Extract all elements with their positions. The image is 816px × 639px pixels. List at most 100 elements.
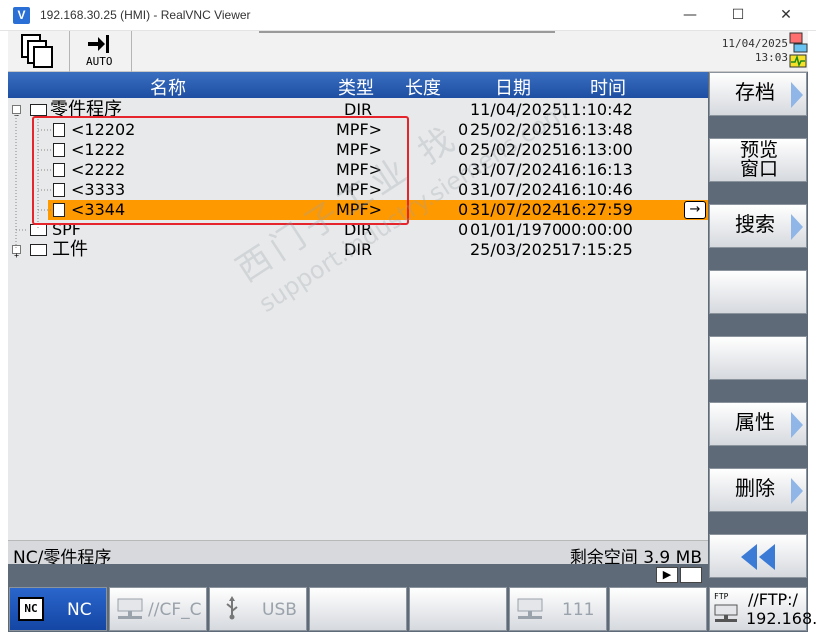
network-drive-icon xyxy=(517,598,543,619)
submenu-arrow-icon xyxy=(791,478,803,504)
row-type: DIR xyxy=(344,100,373,119)
row-name: <3333 xyxy=(71,180,126,199)
window-titlebar: V 192.168.30.25 (HMI) - RealVNC Viewer —… xyxy=(0,0,816,31)
column-header-time[interactable]: 时间 xyxy=(590,74,626,100)
row-type: DIR xyxy=(344,240,373,259)
column-header-type[interactable]: 类型 xyxy=(338,74,374,100)
empty-softkey-h5[interactable] xyxy=(409,587,507,631)
row-time: 16:27:59 xyxy=(561,200,633,219)
row-type: MPF> xyxy=(336,200,383,219)
usb-icon xyxy=(226,596,238,620)
column-header-date[interactable]: 日期 xyxy=(495,74,531,100)
row-name: <2222 xyxy=(71,160,126,179)
tree-connector-lines xyxy=(15,115,52,250)
search-label: 搜索 xyxy=(735,212,775,236)
auto-mode-icon xyxy=(88,35,109,53)
preview-window-softkey[interactable]: 预览 窗口 xyxy=(709,138,807,182)
row-time: 16:10:46 xyxy=(561,180,633,199)
row-name: 零件程序 xyxy=(50,99,122,120)
row-time: 00:00:00 xyxy=(561,220,633,239)
row-time: 17:15:25 xyxy=(561,240,633,259)
table-row-selected[interactable]: <3344 MPF> 0 31/07/2024 16:27:59 → xyxy=(8,200,708,220)
row-date: 11/04/2025 xyxy=(470,100,563,119)
window-switch-box[interactable] xyxy=(8,31,70,72)
row-length: 0 xyxy=(458,140,469,159)
row-name: <1222 xyxy=(71,140,126,159)
horizontal-softkey-bar: NC NC //CF_C USB 111 FTP //FTP:/ 192.168… xyxy=(8,586,816,632)
row-type: DIR xyxy=(344,220,373,239)
nc-softkey[interactable]: NC NC xyxy=(9,587,107,631)
table-row[interactable]: <12202 MPF> 0 25/02/2025 16:13:48 xyxy=(8,120,708,140)
network-drive-label: 111 xyxy=(562,600,595,620)
usb-softkey[interactable]: USB xyxy=(209,587,307,631)
row-date: 25/02/2025 xyxy=(470,140,563,159)
row-time: 16:13:00 xyxy=(561,140,633,159)
drive-icon xyxy=(117,598,143,619)
scroll-right-button[interactable]: ▶ xyxy=(656,567,678,583)
window-title: 192.168.30.25 (HMI) - RealVNC Viewer xyxy=(40,8,251,22)
table-row[interactable]: <1222 MPF> 0 25/02/2025 16:13:00 xyxy=(8,140,708,160)
preview-label: 预览 窗口 xyxy=(735,141,783,179)
table-row[interactable]: <3333 MPF> 0 31/07/2024 16:10:46 xyxy=(8,180,708,200)
nc-label: NC xyxy=(67,600,92,620)
ftp-icon: FTP xyxy=(714,592,729,601)
table-row[interactable]: + 工件 DIR 25/03/2025 17:15:25 xyxy=(8,240,708,260)
hmi-header: AUTO 11/04/2025 13:03 xyxy=(8,31,808,72)
scroll-spacer-button[interactable] xyxy=(680,567,702,583)
cf-card-softkey[interactable]: //CF_C xyxy=(109,587,207,631)
open-arrow-icon[interactable]: → xyxy=(684,201,706,219)
row-type: MPF> xyxy=(336,140,383,159)
row-date: 31/07/2024 xyxy=(470,180,563,199)
delete-softkey[interactable]: 删除 xyxy=(709,468,807,512)
ftp-softkey[interactable]: FTP //FTP:/ 192.168. xyxy=(709,587,816,631)
table-row[interactable]: SPF DIR 0 01/01/1970 00:00:00 xyxy=(8,220,708,240)
row-length: 0 xyxy=(458,200,469,219)
row-type: MPF> xyxy=(336,120,383,139)
archive-label: 存档 xyxy=(735,80,775,104)
column-header-name[interactable]: 名称 xyxy=(150,74,186,100)
submenu-arrow-icon xyxy=(791,82,803,108)
ftp-label-line2: 192.168. xyxy=(746,609,816,628)
row-type: MPF> xyxy=(336,160,383,179)
maximize-button[interactable]: ☐ xyxy=(718,4,758,26)
empty-softkey-h4[interactable] xyxy=(309,587,407,631)
header-date: 11/04/2025 xyxy=(721,37,788,50)
vnc-viewer-window: V 192.168.30.25 (HMI) - RealVNC Viewer —… xyxy=(0,0,816,639)
column-header-length[interactable]: 长度 xyxy=(405,74,441,100)
search-softkey[interactable]: 搜索 xyxy=(709,204,807,248)
table-row[interactable]: − 零件程序 DIR 11/04/2025 11:10:42 xyxy=(8,100,708,120)
vnc-app-icon: V xyxy=(13,7,30,24)
empty-softkey-4[interactable] xyxy=(709,270,807,314)
empty-softkey-5[interactable] xyxy=(709,336,807,380)
row-name: <12202 xyxy=(71,120,136,139)
auto-mode-label: AUTO xyxy=(86,55,113,68)
status-bar: NC/零件程序 剩余空间 3.9 MB xyxy=(8,540,708,568)
row-date: 01/01/1970 xyxy=(470,220,563,239)
submenu-arrow-icon xyxy=(791,412,803,438)
row-date: 31/07/2024 xyxy=(470,200,563,219)
minimize-button[interactable]: — xyxy=(670,4,710,26)
table-row[interactable]: <2222 MPF> 0 31/07/2024 16:16:13 xyxy=(8,160,708,180)
ftp-label-line1: //FTP:/ xyxy=(748,590,798,609)
file-list-panel: 名称 类型 长度 日期 时间 − 零件程序 DIR 11/04/2025 11:… xyxy=(8,72,708,540)
row-type: MPF> xyxy=(336,180,383,199)
back-softkey[interactable] xyxy=(709,534,807,578)
window-stack-icon xyxy=(21,34,53,68)
ftp-drive-icon xyxy=(714,604,738,622)
row-date: 25/03/2025 xyxy=(470,240,563,259)
properties-label: 属性 xyxy=(735,410,775,434)
delete-label: 删除 xyxy=(735,476,775,500)
archive-softkey[interactable]: 存档 xyxy=(709,72,807,116)
close-button[interactable]: ✕ xyxy=(766,4,806,26)
vertical-softkey-bar: 存档 预览 窗口 搜索 属性 删除 xyxy=(708,72,808,586)
row-time: 16:16:13 xyxy=(561,160,633,179)
preview-label-line2: 窗口 xyxy=(739,158,778,180)
properties-softkey[interactable]: 属性 xyxy=(709,402,807,446)
usb-label: USB xyxy=(262,600,297,620)
network-drive-softkey[interactable]: 111 xyxy=(509,587,607,631)
empty-softkey-h7[interactable] xyxy=(609,587,707,631)
header-datetime: 11/04/2025 13:03 xyxy=(722,37,788,65)
header-time: 13:03 xyxy=(754,51,788,64)
row-date: 31/07/2024 xyxy=(470,160,563,179)
row-length: 0 xyxy=(458,180,469,199)
